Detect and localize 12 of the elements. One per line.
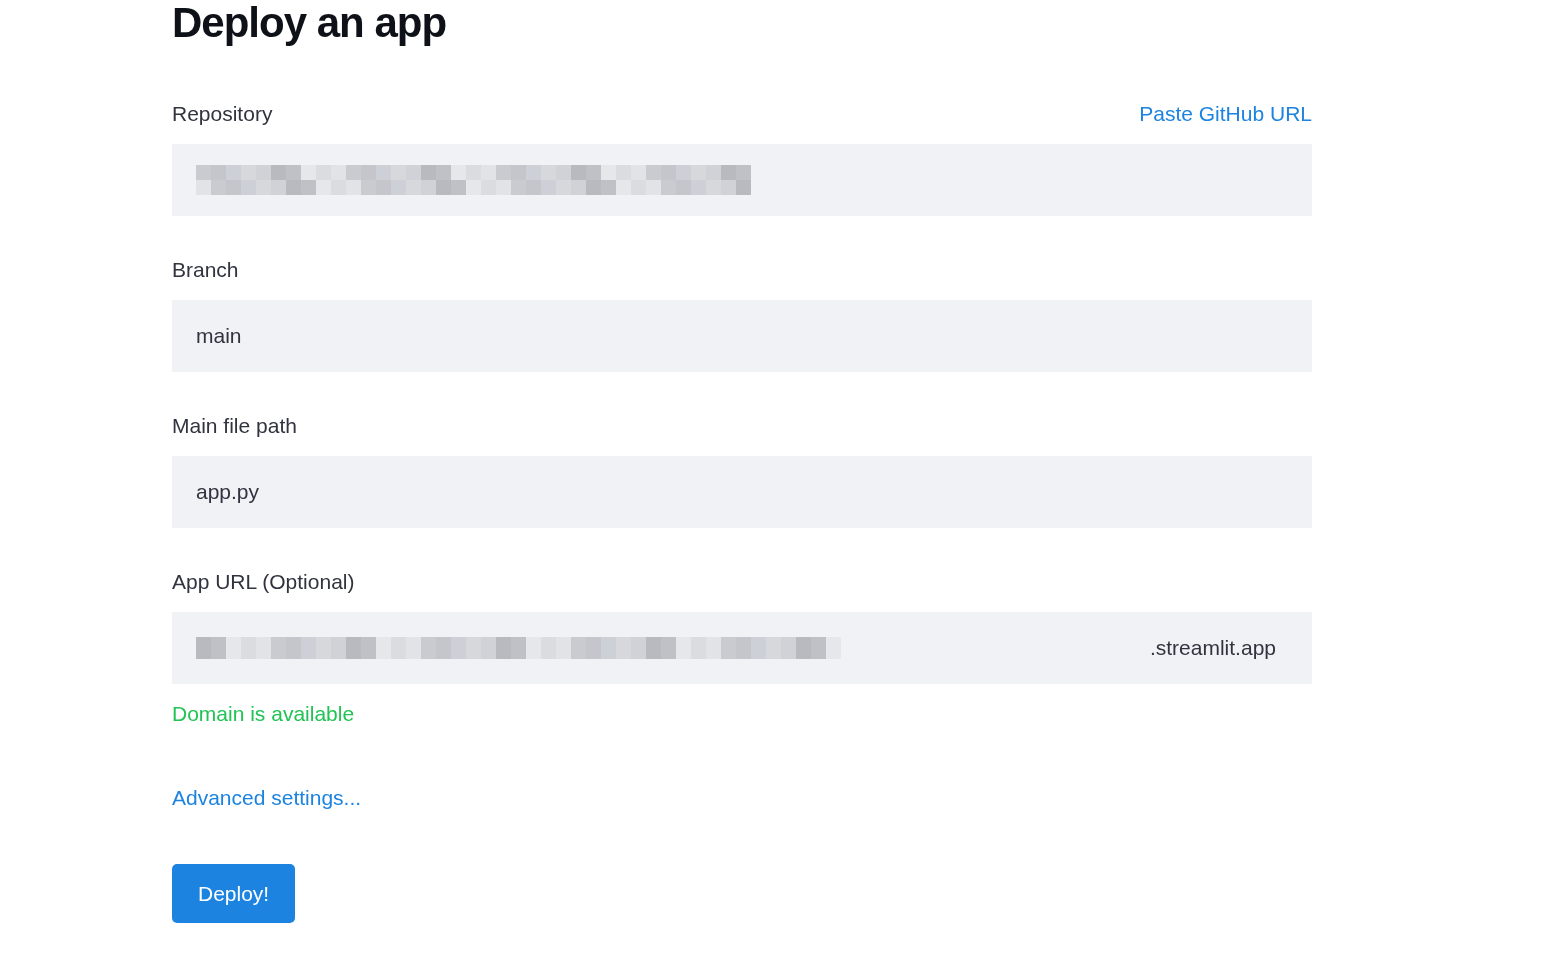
input-field[interactable]: .streamlit.app — [172, 612, 1312, 684]
field-label: Repository — [172, 101, 273, 127]
field-label: Main file path — [172, 413, 297, 439]
input-field[interactable] — [172, 144, 1312, 216]
advanced-settings-link[interactable]: Advanced settings... — [172, 784, 362, 812]
page-title: Deploy an app — [172, 0, 447, 46]
domain-suffix: .streamlit.app — [1149, 635, 1276, 661]
status-message: Domain is available — [172, 701, 355, 727]
deploy-button[interactable]: Deploy! — [172, 864, 296, 923]
field-label: App URL (Optional) — [172, 569, 355, 595]
field-label: Branch — [172, 257, 239, 283]
paste-url-link[interactable]: Paste GitHub URL — [1139, 100, 1312, 128]
